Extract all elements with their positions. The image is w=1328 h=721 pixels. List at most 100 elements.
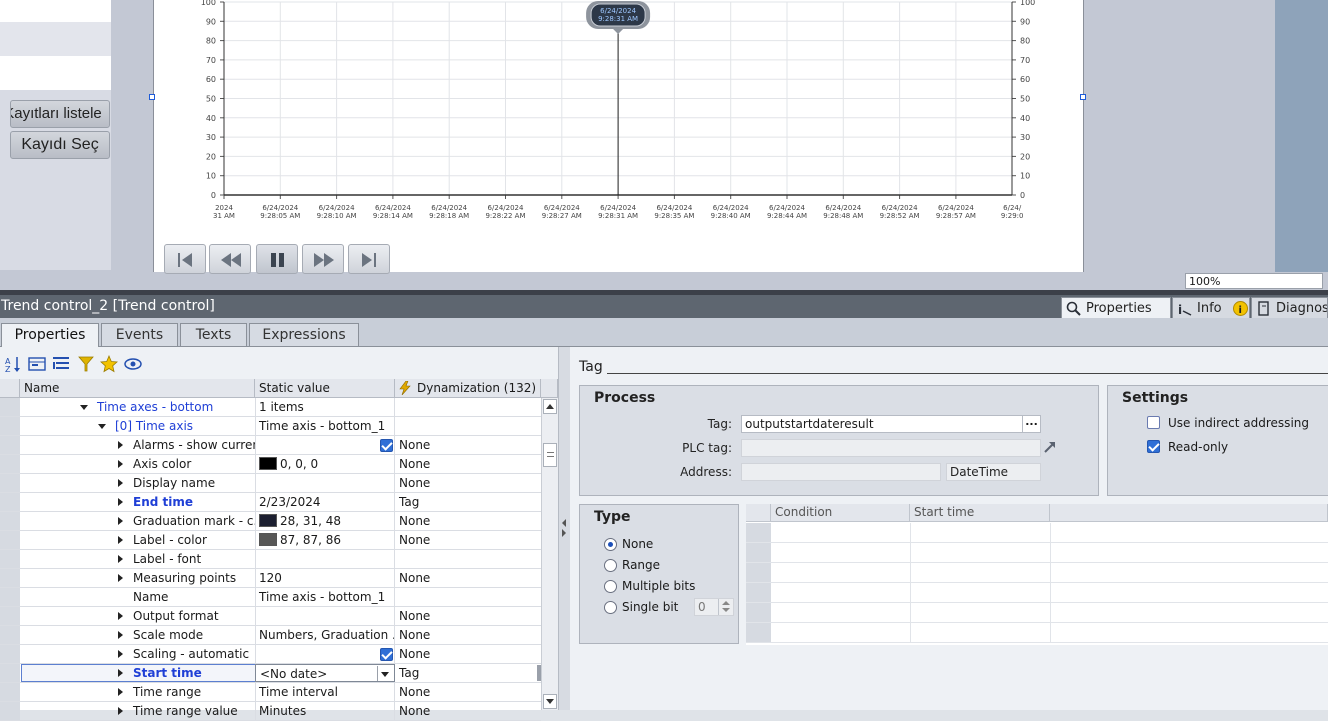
- column-header-name[interactable]: Name: [20, 379, 255, 398]
- dynamization-cell[interactable]: None: [395, 645, 541, 663]
- table-row[interactable]: [746, 623, 1328, 643]
- favorites-star-icon[interactable]: [100, 355, 118, 373]
- grid-row-display-name[interactable]: Display name None: [0, 474, 541, 493]
- tab-diagnostics-window[interactable]: Diagnos: [1251, 297, 1328, 319]
- back-button[interactable]: [209, 244, 251, 274]
- tab-properties-window[interactable]: Properties: [1061, 297, 1171, 319]
- column-header-start-time[interactable]: Start time: [910, 504, 1050, 522]
- expand-arrow-icon[interactable]: [118, 707, 123, 715]
- tab-events[interactable]: Events: [101, 323, 178, 346]
- dynamization-cell[interactable]: None: [395, 569, 541, 587]
- expand-arrow-icon[interactable]: [118, 574, 123, 582]
- expand-arrow-icon[interactable]: [118, 631, 123, 639]
- dynamization-cell[interactable]: Tag: [395, 664, 541, 682]
- expand-arrow-icon[interactable]: [118, 498, 123, 506]
- resize-handle[interactable]: [1080, 94, 1086, 100]
- dynamization-cell[interactable]: None: [395, 683, 541, 701]
- static-value-cell[interactable]: 2/23/2024: [255, 493, 395, 511]
- static-value-cell[interactable]: 0, 0, 0: [255, 455, 395, 473]
- grid-row-axis-color[interactable]: Axis color 0, 0, 0 None: [0, 455, 541, 474]
- eye-icon[interactable]: [124, 355, 142, 373]
- tab-texts[interactable]: Texts: [180, 323, 247, 346]
- stepper-arrows-icon[interactable]: [718, 599, 733, 615]
- dynamization-cell[interactable]: None: [395, 455, 541, 473]
- collapse-arrow-icon[interactable]: [80, 405, 88, 410]
- column-header-condition[interactable]: Condition: [771, 504, 910, 522]
- zoom-field[interactable]: 100%: [1185, 273, 1323, 289]
- static-value-cell[interactable]: Numbers, Graduation ...: [255, 626, 395, 644]
- table-row[interactable]: [746, 563, 1328, 583]
- group-view-icon[interactable]: [28, 355, 46, 373]
- table-row[interactable]: [746, 543, 1328, 563]
- grid-scrollbar[interactable]: [541, 398, 559, 710]
- tag-input[interactable]: outputstartdateresult: [741, 415, 1023, 433]
- dynamization-cell[interactable]: [395, 398, 541, 416]
- dynamization-cell[interactable]: Tag: [395, 493, 541, 511]
- table-row[interactable]: [746, 523, 1328, 543]
- scroll-thumb[interactable]: [543, 443, 557, 467]
- expand-arrow-icon[interactable]: [118, 536, 123, 544]
- grid-row-time-range-value[interactable]: Time range value Minutes None: [0, 702, 541, 721]
- column-header-static-value[interactable]: Static value: [255, 379, 395, 398]
- grid-row-graduation-mark-color[interactable]: Graduation mark - c... 28, 31, 48 None: [0, 512, 541, 531]
- static-value-cell[interactable]: [255, 474, 395, 492]
- static-value-cell[interactable]: Time axis - bottom_1: [255, 417, 395, 435]
- list-records-button[interactable]: Kayıtları listele: [10, 100, 110, 128]
- collapse-arrow-icon[interactable]: [98, 424, 106, 429]
- static-value-cell[interactable]: 87, 87, 86: [255, 531, 395, 549]
- grid-row-alarms-show-current[interactable]: Alarms - show current None: [0, 436, 541, 455]
- collapse-right-icon[interactable]: [562, 529, 566, 537]
- grid-row-end-time[interactable]: End time 2/23/2024 Tag: [0, 493, 541, 512]
- list-view-icon[interactable]: [52, 355, 70, 373]
- dynamization-cell[interactable]: None: [395, 531, 541, 549]
- grid-row-time-axes-bottom[interactable]: Time axes - bottom 1 items: [0, 398, 541, 417]
- grid-row-label-font[interactable]: Label - font: [0, 550, 541, 569]
- dynamization-cell[interactable]: None: [395, 626, 541, 644]
- scaling-automatic-checkbox[interactable]: [380, 648, 393, 661]
- start-time-dropdown[interactable]: <No date>: [255, 664, 395, 682]
- dynamization-cell[interactable]: None: [395, 702, 541, 720]
- alarms-show-current-checkbox[interactable]: [380, 439, 393, 452]
- type-single-bit-radio[interactable]: [604, 601, 617, 614]
- expand-arrow-icon[interactable]: [118, 688, 123, 696]
- last-page-button[interactable]: [348, 244, 390, 274]
- grid-row-output-format[interactable]: Output format None: [0, 607, 541, 626]
- grid-row-scaling-automatic[interactable]: Scaling - automatic None: [0, 645, 541, 664]
- single-bit-stepper[interactable]: 0: [694, 598, 734, 616]
- grid-row-measuring-points[interactable]: Measuring points 120 None: [0, 569, 541, 588]
- static-value-cell[interactable]: [255, 436, 395, 454]
- scroll-up-button[interactable]: [543, 399, 557, 414]
- expand-arrow-icon[interactable]: [118, 441, 123, 449]
- expand-arrow-icon[interactable]: [118, 460, 123, 468]
- grid-row-label-color[interactable]: Label - color 87, 87, 86 None: [0, 531, 541, 550]
- trend-control[interactable]: 100 100 90 90 80 80 70 70 60 60 50 50 40 40 30 30 20 20 10…: [153, 0, 1084, 274]
- first-page-button[interactable]: [164, 244, 206, 274]
- expand-arrow-icon[interactable]: [118, 517, 123, 525]
- scroll-down-button[interactable]: [543, 694, 557, 709]
- static-value-cell[interactable]: Time axis - bottom_1: [255, 588, 395, 606]
- table-row[interactable]: [746, 603, 1328, 623]
- type-range-radio[interactable]: [604, 559, 617, 572]
- tab-properties[interactable]: Properties: [1, 323, 99, 347]
- dynamization-cell[interactable]: None: [395, 607, 541, 625]
- type-multiple-bits-radio[interactable]: [604, 580, 617, 593]
- expand-arrow-icon[interactable]: [118, 612, 123, 620]
- go-to-arrow-icon[interactable]: [1043, 440, 1057, 454]
- static-value-cell[interactable]: Time interval: [255, 683, 395, 701]
- use-indirect-addressing-checkbox[interactable]: [1147, 416, 1160, 429]
- tag-browse-button[interactable]: ...: [1022, 415, 1041, 433]
- type-none-radio[interactable]: [604, 538, 617, 551]
- dynamization-cell[interactable]: None: [395, 512, 541, 530]
- static-value-cell[interactable]: [255, 550, 395, 568]
- sort-alphabetical-icon[interactable]: AZ: [5, 355, 23, 373]
- static-value-cell[interactable]: 28, 31, 48: [255, 512, 395, 530]
- select-record-button[interactable]: Kayıdı Seç: [10, 131, 110, 159]
- static-value-cell[interactable]: [255, 607, 395, 625]
- expand-arrow-icon[interactable]: [118, 479, 123, 487]
- dynamization-cell[interactable]: None: [395, 474, 541, 492]
- collapse-left-icon[interactable]: [562, 519, 566, 527]
- expand-arrow-icon[interactable]: [118, 669, 123, 677]
- tab-info-window[interactable]: i Info i: [1172, 297, 1250, 319]
- pause-button[interactable]: [256, 244, 298, 274]
- chevron-down-icon[interactable]: [377, 666, 392, 681]
